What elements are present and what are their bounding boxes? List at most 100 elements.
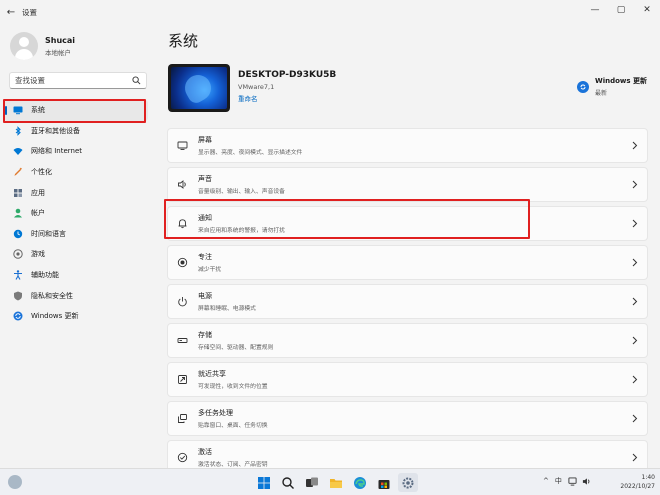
card-subtitle: 减少干扰 xyxy=(198,267,222,273)
gamepad-icon xyxy=(13,249,23,260)
speaker-icon xyxy=(177,179,188,190)
sidebar-item-label: Windows 更新 xyxy=(31,312,79,321)
nearby-share-icon xyxy=(177,374,188,385)
sidebar-item-personalization[interactable]: 个性化 xyxy=(4,162,148,183)
taskbar-clock[interactable]: 1:40 2022/10/27 xyxy=(617,473,655,491)
chevron-right-icon xyxy=(632,336,638,345)
device-model: VMware7,1 xyxy=(238,83,275,91)
card-subtitle: 音量级别、输出、输入、声音设备 xyxy=(198,189,285,195)
network-icon[interactable] xyxy=(568,476,577,486)
shield-icon xyxy=(13,291,23,301)
storage-icon xyxy=(177,335,188,346)
card-subtitle: 存储空间、驱动器、配置规则 xyxy=(198,345,274,351)
tray-overflow-chevron[interactable]: ^ xyxy=(543,477,549,485)
display-icon xyxy=(177,140,188,151)
sidebar-item-apps[interactable]: 应用 xyxy=(4,182,148,203)
minimize-button[interactable]: — xyxy=(582,0,608,20)
update-icon xyxy=(577,80,589,93)
search-input[interactable] xyxy=(15,76,133,85)
card-title: 就近共享 xyxy=(198,370,226,378)
globe-clock-icon xyxy=(13,229,23,239)
sidebar-item-label: 隐私和安全性 xyxy=(31,291,73,300)
sidebar-item-system[interactable]: 系统 xyxy=(4,100,148,121)
card-subtitle: 屏幕和睡眠、电源模式 xyxy=(198,306,256,312)
file-explorer-button[interactable] xyxy=(326,473,346,492)
edge-button[interactable] xyxy=(350,473,370,492)
window-controls: — ▢ ✕ xyxy=(582,0,660,20)
chevron-right-icon xyxy=(632,297,638,306)
page-title: 系统 xyxy=(168,32,199,50)
apps-icon xyxy=(13,188,23,198)
back-arrow-icon[interactable]: ← xyxy=(0,0,22,24)
windows-update-status-text: 最新 xyxy=(595,90,608,97)
chevron-right-icon xyxy=(632,414,638,423)
sidebar-item-gaming[interactable]: 游戏 xyxy=(4,244,148,265)
card-focus[interactable]: 专注 减少干扰 xyxy=(167,245,648,280)
update-icon xyxy=(13,311,23,321)
title-bar: ← 设置 — ▢ ✕ xyxy=(0,0,660,24)
windows-update-title: Windows 更新 xyxy=(595,77,647,85)
user-profile[interactable]: Shucai 本地帐户 xyxy=(10,32,75,60)
task-view-icon xyxy=(306,477,318,487)
sidebar-item-time-language[interactable]: 时间和语言 xyxy=(4,224,148,245)
sidebar-item-accounts[interactable]: 帐户 xyxy=(4,203,148,224)
start-button[interactable] xyxy=(254,473,274,492)
pencil-icon xyxy=(13,167,23,177)
card-power[interactable]: 电源屏幕和睡眠、电源模式 xyxy=(167,284,648,319)
sidebar-item-network[interactable]: 网络和 Internet xyxy=(4,141,148,162)
rename-link[interactable]: 重命名 xyxy=(238,93,336,103)
person-icon xyxy=(13,208,23,218)
card-nearby-sharing[interactable]: 就近共享可发现性，收到文件的位置 xyxy=(167,362,648,397)
settings-list: 屏幕显示器、亮度、夜间模式、显示描述文件 声音 音量级别、输出、输入、声音设备 通… xyxy=(167,128,648,479)
sidebar-item-privacy[interactable]: 隐私和安全性 xyxy=(4,285,148,306)
card-display[interactable]: 屏幕显示器、亮度、夜间模式、显示描述文件 xyxy=(167,128,648,163)
ime-indicator[interactable]: 中 xyxy=(555,476,562,486)
bell-icon xyxy=(177,218,188,229)
card-sound[interactable]: 声音 音量级别、输出、输入、声音设备 xyxy=(167,167,648,202)
sidebar-item-accessibility[interactable]: 辅助功能 xyxy=(4,265,148,286)
weather-widget-icon[interactable] xyxy=(8,475,22,489)
card-subtitle: 激活状态、订阅、产品密钥 xyxy=(198,462,268,468)
bluetooth-icon xyxy=(13,126,23,136)
sidebar-item-windows-update[interactable]: Windows 更新 xyxy=(4,306,148,327)
device-summary: DESKTOP-D93KU5B VMware7,1 重命名 xyxy=(168,64,336,112)
close-button[interactable]: ✕ xyxy=(634,0,660,20)
device-name: DESKTOP-D93KU5B xyxy=(238,70,337,80)
sidebar-item-bluetooth[interactable]: 蓝牙和其他设备 xyxy=(4,121,148,142)
store-button[interactable] xyxy=(374,473,394,492)
taskbar-apps xyxy=(254,473,422,492)
card-storage[interactable]: 存储 存储空间、驱动器、配置规则 xyxy=(167,323,648,358)
card-title: 电源 xyxy=(198,292,212,300)
taskbar-search-button[interactable] xyxy=(278,473,298,492)
card-subtitle: 显示器、亮度、夜间模式、显示描述文件 xyxy=(198,150,303,156)
activation-icon xyxy=(177,452,188,463)
sidebar-item-label: 帐户 xyxy=(31,209,45,218)
accessibility-icon xyxy=(13,270,23,280)
sidebar-item-label: 系统 xyxy=(31,106,45,115)
clock-time: 1:40 xyxy=(641,474,655,481)
avatar xyxy=(10,32,38,60)
sidebar-item-label: 时间和语言 xyxy=(31,229,66,238)
windows-update-status[interactable]: Windows 更新 最新 xyxy=(577,76,647,97)
maximize-button[interactable]: ▢ xyxy=(608,0,634,20)
task-view-button[interactable] xyxy=(302,473,322,492)
card-title: 通知 xyxy=(198,214,212,222)
card-subtitle: 可发现性，收到文件的位置 xyxy=(198,384,268,390)
desktop-wallpaper-thumbnail[interactable] xyxy=(168,64,230,112)
system-tray: ^ 中 xyxy=(543,476,591,486)
card-subtitle: 贴靠窗口、桌面、任务切换 xyxy=(198,423,268,429)
edge-icon xyxy=(354,476,366,489)
settings-taskbar-button[interactable] xyxy=(398,473,418,492)
card-notifications[interactable]: 通知 来自应用和系统的警报，请勿打扰 xyxy=(167,206,648,241)
search-icon xyxy=(282,476,294,489)
chevron-right-icon xyxy=(632,453,638,462)
card-multitasking[interactable]: 多任务处理 贴靠窗口、桌面、任务切换 xyxy=(167,401,648,436)
taskbar: ^ 中 1:40 2022/10/27 xyxy=(0,468,660,495)
window-title: 设置 xyxy=(22,7,37,17)
chevron-right-icon xyxy=(632,180,638,189)
sidebar-item-label: 网络和 Internet xyxy=(31,147,83,156)
search-icon[interactable] xyxy=(132,76,141,85)
focus-icon xyxy=(177,257,188,268)
card-title: 屏幕 xyxy=(198,136,212,144)
volume-icon[interactable] xyxy=(582,477,591,486)
